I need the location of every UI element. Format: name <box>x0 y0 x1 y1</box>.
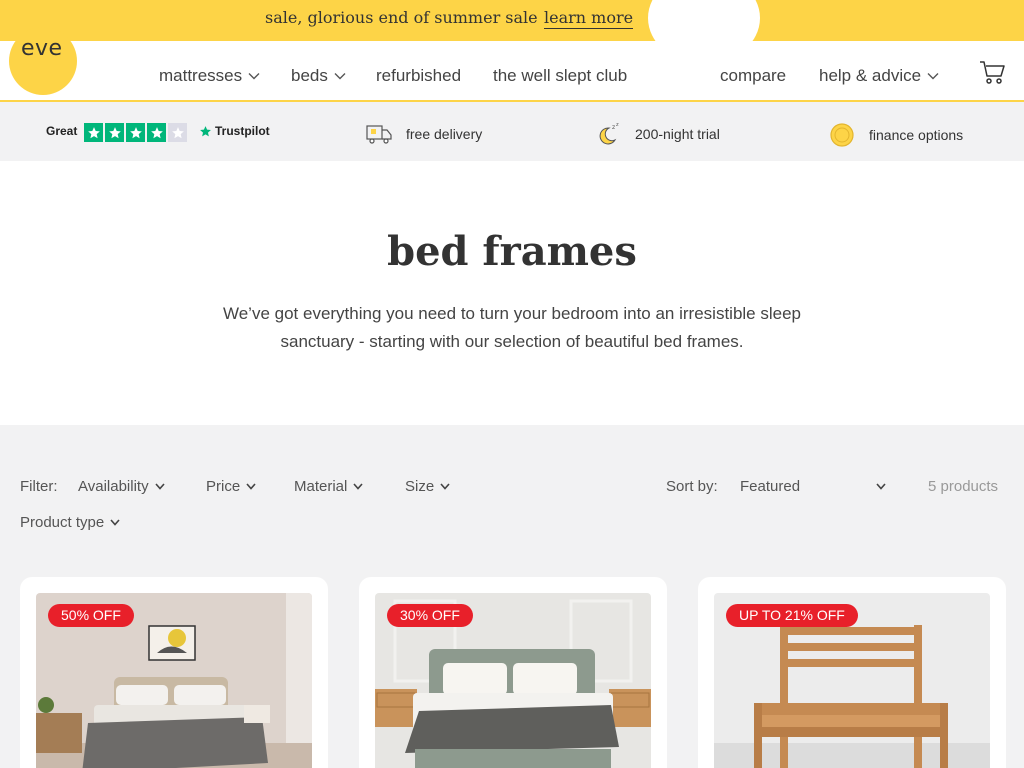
sort-select[interactable]: Featured <box>740 478 886 495</box>
product-image[interactable]: 50% OFF <box>36 593 312 768</box>
svg-text:z: z <box>612 124 615 131</box>
chevron-down-icon <box>110 519 120 526</box>
nav-beds[interactable]: beds <box>291 66 346 86</box>
filter-price[interactable]: Price <box>206 478 256 495</box>
star-icon <box>84 123 103 142</box>
product-image[interactable]: 30% OFF <box>375 593 651 768</box>
page-description: We’ve got everything you need to turn yo… <box>222 304 801 351</box>
sort-label: Sort by: <box>666 478 718 495</box>
chevron-down-icon <box>154 483 165 490</box>
delivery-truck-icon <box>366 125 392 144</box>
coin-icon <box>830 123 854 147</box>
product-listing: Filter: Availability Price Material Size… <box>0 425 1024 768</box>
chevron-down-icon <box>927 73 939 80</box>
star-icon <box>105 123 124 142</box>
usp-200-night-trial[interactable]: z z 200-night trial <box>597 122 720 146</box>
product-card[interactable]: 50% OFF <box>20 577 328 768</box>
chevron-down-icon <box>248 73 260 80</box>
cart-icon[interactable] <box>978 59 1006 87</box>
promo-decoration <box>648 0 760 41</box>
filter-product-type[interactable]: Product type <box>20 514 120 531</box>
filter-material[interactable]: Material <box>294 478 363 495</box>
trustpilot-stars[interactable] <box>84 123 187 142</box>
product-count: 5 products <box>928 478 999 495</box>
main-header: mattresses beds refurbished the well sle… <box>0 41 1024 102</box>
trustpilot-logo[interactable]: Trustpilot <box>199 124 270 138</box>
svg-text:z: z <box>616 122 619 128</box>
usp-finance-options[interactable]: finance options <box>829 122 963 148</box>
page-title: bed frames <box>387 228 637 275</box>
discount-badge: UP TO 21% OFF <box>726 604 858 627</box>
eve-logo[interactable]: eve <box>9 27 77 95</box>
filter-label: Filter: <box>20 478 58 495</box>
nav-well-slept-club[interactable]: the well slept club <box>493 66 627 86</box>
promo-banner: sale, glorious end of summer sale learn … <box>0 0 1024 41</box>
nav-refurbished[interactable]: refurbished <box>376 66 461 86</box>
moon-sleep-icon: z z <box>599 122 619 145</box>
discount-badge: 30% OFF <box>387 604 473 627</box>
filter-availability[interactable]: Availability <box>78 478 165 495</box>
discount-badge: 50% OFF <box>48 604 134 627</box>
star-icon <box>147 123 166 142</box>
chevron-down-icon <box>334 73 346 80</box>
star-icon <box>126 123 145 142</box>
trustpilot-rating-label: Great <box>46 124 78 138</box>
product-image[interactable]: UP TO 21% OFF <box>714 593 990 768</box>
nav-mattresses[interactable]: mattresses <box>159 66 260 86</box>
product-card[interactable]: 30% OFF <box>359 577 667 768</box>
nav-compare[interactable]: compare <box>720 66 786 86</box>
nav-help-advice[interactable]: help & advice <box>819 66 939 86</box>
usp-strip: Great Trustpilot free delivery z z 200-n… <box>0 102 1024 161</box>
usp-free-delivery[interactable]: free delivery <box>366 122 482 146</box>
promo-text: sale, glorious end of summer sale <box>265 8 538 27</box>
chevron-down-icon <box>353 483 363 490</box>
star-icon <box>168 123 187 142</box>
filter-size[interactable]: Size <box>405 478 450 495</box>
chevron-down-icon <box>246 483 256 490</box>
promo-learn-more-link[interactable]: learn more <box>544 8 634 29</box>
chevron-down-icon <box>876 483 886 490</box>
chevron-down-icon <box>440 483 450 490</box>
product-card[interactable]: UP TO 21% OFF <box>698 577 1006 768</box>
trustpilot-star-icon <box>200 125 211 136</box>
